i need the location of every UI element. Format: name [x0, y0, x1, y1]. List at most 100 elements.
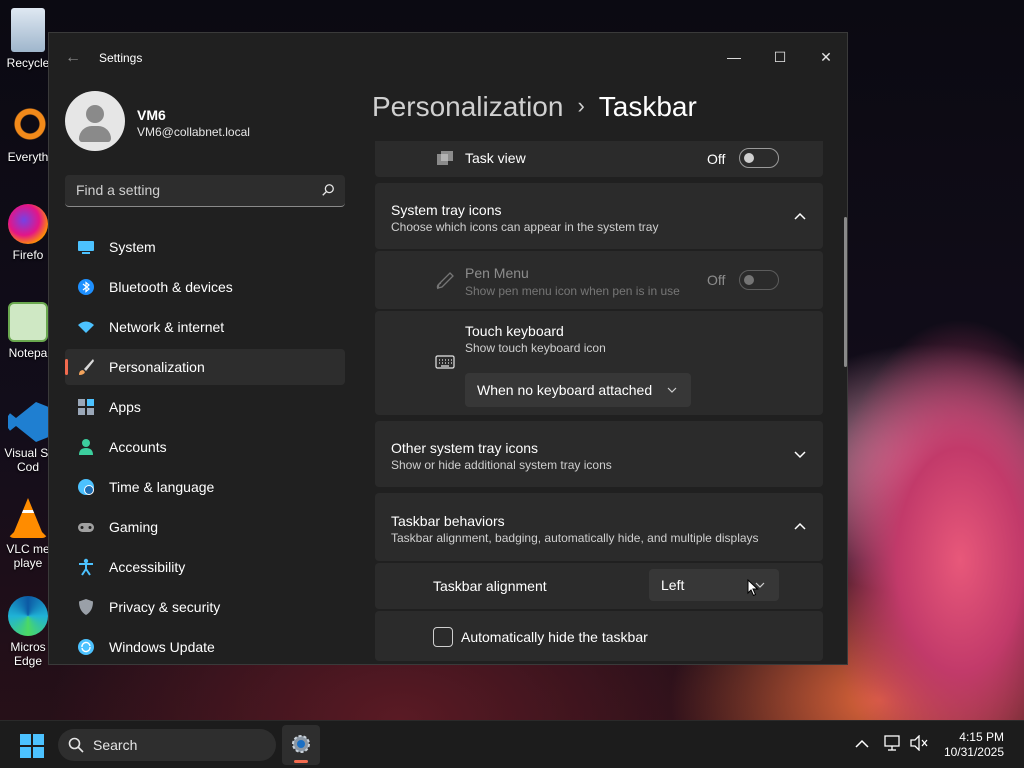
- sidebar-item-apps[interactable]: Apps: [65, 389, 345, 425]
- taskbar-settings-app[interactable]: [282, 725, 320, 765]
- globe-clock-icon: [78, 479, 94, 495]
- network-icon[interactable]: [884, 735, 902, 751]
- touch-keyboard-row: Touch keyboard Show touch keyboard icon …: [375, 311, 823, 415]
- taskbar-alignment-label: Taskbar alignment: [433, 578, 547, 594]
- sidebar-item-accounts[interactable]: Accounts: [65, 429, 345, 465]
- clock-time: 4:15 PM: [959, 730, 1004, 744]
- sidebar-item-label: Gaming: [109, 519, 159, 535]
- clock-date: 10/31/2025: [943, 745, 1004, 759]
- taskbar: Search 4:15 PM 10/31/2025: [0, 720, 1024, 768]
- chevron-up-icon[interactable]: [793, 520, 807, 534]
- sidebar-item-label: Bluetooth & devices: [109, 279, 233, 295]
- taskbar-behaviors-header[interactable]: Taskbar behaviors Taskbar alignment, bad…: [375, 493, 823, 561]
- accounts-icon: [79, 439, 93, 455]
- auto-hide-label: Automatically hide the taskbar: [461, 629, 648, 645]
- apps-icon: [78, 399, 94, 415]
- sidebar-item-label: Apps: [109, 399, 141, 415]
- sidebar-item-time-language[interactable]: Time & language: [65, 469, 345, 505]
- search-icon[interactable]: [321, 183, 335, 197]
- chevron-down-icon[interactable]: [793, 447, 807, 461]
- sidebar-item-accessibility[interactable]: Accessibility: [65, 549, 345, 585]
- sidebar-item-label: Personalization: [109, 359, 205, 375]
- windows-start-icon[interactable]: [20, 734, 44, 758]
- chevron-up-icon[interactable]: [855, 739, 869, 749]
- sidebar-item-label: Privacy & security: [109, 599, 221, 615]
- user-profile[interactable]: VM6 VM6@collabnet.local: [65, 91, 345, 153]
- taskbar-search[interactable]: Search: [58, 729, 276, 761]
- mouse-cursor-icon: [747, 579, 759, 597]
- sidebar-item-network[interactable]: Network & internet: [65, 309, 345, 345]
- avatar: [65, 91, 125, 151]
- vscode-icon: [8, 402, 48, 442]
- sidebar-item-windows-update[interactable]: Windows Update: [65, 629, 345, 664]
- section-title: System tray icons: [391, 202, 502, 218]
- system-tray-icons-header[interactable]: System tray icons Choose which icons can…: [375, 183, 823, 249]
- other-system-tray-icons-header[interactable]: Other system tray icons Show or hide add…: [375, 421, 823, 487]
- close-button[interactable]: ✕: [803, 41, 847, 73]
- pen-menu-state: Off: [707, 272, 726, 288]
- breadcrumb: Personalization › Taskbar: [372, 91, 697, 123]
- settings-content: Task view Off System tray icons Choose w…: [375, 141, 825, 664]
- pen-icon: [436, 272, 454, 290]
- section-subtitle: Choose which icons can appear in the sys…: [391, 220, 659, 234]
- system-icon: [78, 241, 94, 254]
- accessibility-icon: [79, 558, 93, 576]
- pen-menu-row: Pen Menu Show pen menu icon when pen is …: [375, 251, 823, 309]
- sidebar-item-label: Time & language: [109, 479, 215, 495]
- edge-icon: [8, 596, 48, 636]
- pen-menu-toggle[interactable]: [739, 270, 779, 290]
- breadcrumb-separator: ›: [577, 93, 585, 118]
- sidebar-item-system[interactable]: System: [65, 229, 345, 265]
- sidebar-item-label: Network & internet: [109, 319, 225, 335]
- update-icon: [78, 639, 94, 655]
- chevron-down-icon: [667, 387, 677, 393]
- maximize-icon: ☐: [773, 48, 787, 65]
- minimize-button[interactable]: —: [711, 41, 757, 73]
- page-title: Taskbar: [598, 91, 697, 122]
- touch-keyboard-subtitle: Show touch keyboard icon: [465, 341, 606, 355]
- auto-hide-checkbox[interactable]: [433, 627, 453, 647]
- content-scrollbar[interactable]: [844, 217, 847, 367]
- sidebar-item-gaming[interactable]: Gaming: [65, 509, 345, 545]
- sidebar-item-label: Accessibility: [109, 559, 186, 575]
- dropdown-value: When no keyboard attached: [477, 382, 653, 398]
- find-setting-search: [65, 175, 345, 207]
- active-indicator: [65, 359, 68, 375]
- sidebar-nav: System Bluetooth & devices Network & int…: [65, 229, 345, 664]
- auto-hide-row: Automatically hide the taskbar: [375, 611, 823, 661]
- pen-menu-subtitle: Show pen menu icon when pen is in use: [465, 284, 680, 298]
- taskbar-search-label: Search: [93, 737, 138, 753]
- bluetooth-icon: [78, 279, 94, 295]
- sidebar-item-personalization[interactable]: Personalization: [65, 349, 345, 385]
- search-input[interactable]: [65, 175, 305, 205]
- breadcrumb-parent[interactable]: Personalization: [372, 91, 563, 122]
- sidebar-item-label: Windows Update: [109, 639, 215, 655]
- notepad-icon: [8, 302, 48, 342]
- touch-keyboard-dropdown[interactable]: When no keyboard attached: [465, 373, 691, 407]
- title-bar[interactable]: ← Settings — ☐ ✕: [49, 33, 847, 83]
- window-title: Settings: [99, 51, 143, 65]
- section-subtitle: Show or hide additional system tray icon…: [391, 458, 612, 472]
- settings-gear-icon: [292, 735, 310, 753]
- section-title: Taskbar behaviors: [391, 513, 505, 529]
- task-view-row: Task view Off: [375, 141, 823, 177]
- taskbar-alignment-row: Taskbar alignment Left: [375, 563, 823, 609]
- volume-muted-icon[interactable]: [910, 735, 928, 751]
- running-indicator: [294, 760, 308, 763]
- chevron-up-icon[interactable]: [793, 210, 807, 224]
- brush-icon: [79, 359, 94, 375]
- sidebar-item-bluetooth[interactable]: Bluetooth & devices: [65, 269, 345, 305]
- sidebar-item-privacy-security[interactable]: Privacy & security: [65, 589, 345, 625]
- task-view-toggle[interactable]: [739, 148, 779, 168]
- firefox-icon: [8, 204, 48, 244]
- search-icon: [68, 737, 84, 753]
- shield-icon: [79, 599, 93, 615]
- pen-menu-title: Pen Menu: [465, 265, 529, 281]
- section-title: Other system tray icons: [391, 440, 539, 456]
- system-clock[interactable]: 4:15 PM 10/31/2025: [944, 730, 1004, 760]
- taskbar-alignment-dropdown[interactable]: Left: [649, 569, 779, 601]
- back-arrow-icon[interactable]: ←: [65, 49, 81, 67]
- task-view-state: Off: [707, 151, 726, 167]
- close-icon: ✕: [820, 48, 832, 65]
- maximize-button[interactable]: ☐: [757, 41, 803, 73]
